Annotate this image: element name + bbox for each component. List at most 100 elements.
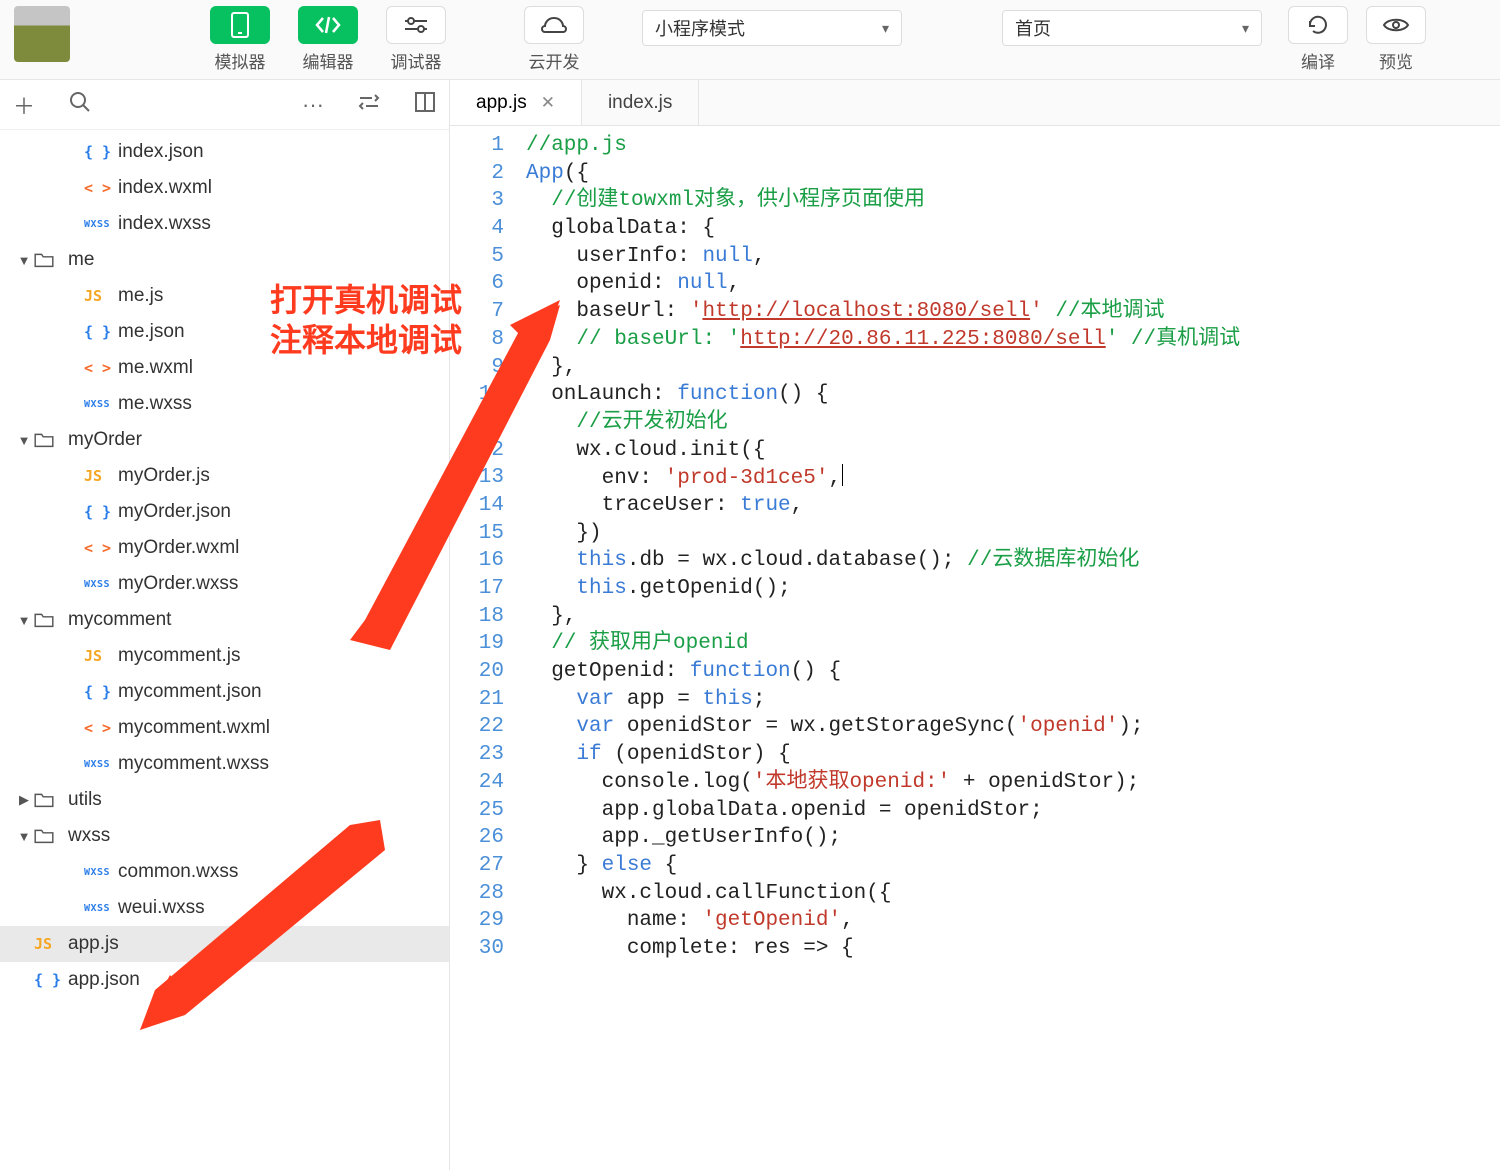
- preview-label: 预览: [1379, 48, 1413, 73]
- file-row[interactable]: < >mycomment.wxml: [0, 710, 449, 746]
- code-line[interactable]: // 获取用户openid: [526, 630, 1500, 658]
- chevron-icon: ▶: [14, 792, 34, 808]
- code-line[interactable]: //云开发初始化: [526, 409, 1500, 437]
- code-line[interactable]: complete: res => {: [526, 935, 1500, 963]
- file-row[interactable]: { }app.json: [0, 962, 449, 998]
- folder-row[interactable]: ▼ me: [0, 242, 449, 278]
- add-file-icon[interactable]: ＋: [10, 89, 38, 121]
- code-line[interactable]: onLaunch: function() {: [526, 381, 1500, 409]
- page-dropdown[interactable]: 首页 ▾: [1002, 10, 1262, 46]
- code-line[interactable]: app._getUserInfo();: [526, 824, 1500, 852]
- project-thumb[interactable]: [14, 6, 70, 62]
- file-row[interactable]: < >me.wxml: [0, 350, 449, 386]
- file-row[interactable]: < >index.wxml: [0, 170, 449, 206]
- code-line[interactable]: globalData: {: [526, 215, 1500, 243]
- chevron-icon: ▼: [14, 253, 34, 268]
- more-icon[interactable]: ···: [299, 92, 327, 118]
- wxml-file-icon: < >: [84, 539, 118, 557]
- folder-row[interactable]: ▼myOrder: [0, 422, 449, 458]
- mode-dropdown[interactable]: 小程序模式 ▾: [642, 10, 902, 46]
- editor-button[interactable]: 编辑器: [298, 6, 358, 73]
- code-line[interactable]: userInfo: null,: [526, 243, 1500, 271]
- file-row[interactable]: WXSSweui.wxss: [0, 890, 449, 926]
- code-line[interactable]: },: [526, 603, 1500, 631]
- file-name: index.wxml: [118, 177, 212, 199]
- code-line[interactable]: wx.cloud.init({: [526, 437, 1500, 465]
- folder-row[interactable]: ▶utils: [0, 782, 449, 818]
- collapse-icon[interactable]: [355, 92, 383, 118]
- code-line[interactable]: openid: null,: [526, 270, 1500, 298]
- code-line[interactable]: this.db = wx.cloud.database(); //云数据库初始化: [526, 547, 1500, 575]
- file-name: wxss: [68, 825, 110, 847]
- code-line[interactable]: //app.js: [526, 132, 1500, 160]
- code-source[interactable]: //app.jsApp({ //创建towxml对象，供小程序页面使用 glob…: [520, 126, 1500, 1170]
- code-area[interactable]: 1234567891011121314151617181920212223242…: [450, 126, 1500, 1170]
- chevron-icon: ▼: [14, 613, 34, 628]
- line-gutter: 1234567891011121314151617181920212223242…: [450, 126, 520, 1170]
- code-line[interactable]: wx.cloud.callFunction({: [526, 880, 1500, 908]
- chevron-down-icon: ▾: [1242, 20, 1249, 37]
- page-dropdown-value: 首页: [1015, 15, 1051, 41]
- file-row[interactable]: WXSSmyOrder.wxss: [0, 566, 449, 602]
- search-icon[interactable]: [66, 91, 94, 119]
- file-row[interactable]: WXSSindex.wxss: [0, 206, 449, 242]
- code-line[interactable]: this.getOpenid();: [526, 575, 1500, 603]
- editor-tab[interactable]: index.js: [582, 80, 699, 125]
- folder-icon: [34, 432, 68, 448]
- wxss-file-icon: WXSS: [84, 399, 118, 410]
- debugger-button[interactable]: 调试器: [386, 6, 446, 73]
- code-editor: app.js✕index.js 123456789101112131415161…: [450, 80, 1500, 1170]
- cloud-dev-button[interactable]: 云开发: [524, 6, 584, 73]
- split-editor-icon[interactable]: [411, 92, 439, 118]
- compile-button[interactable]: 编译: [1288, 6, 1348, 73]
- file-name: myOrder.json: [118, 501, 231, 523]
- code-line[interactable]: traceUser: true,: [526, 492, 1500, 520]
- file-row[interactable]: { }mycomment.json: [0, 674, 449, 710]
- code-line[interactable]: // baseUrl: 'http://20.86.11.225:8080/se…: [526, 326, 1500, 354]
- file-row[interactable]: JSmycomment.js: [0, 638, 449, 674]
- code-line[interactable]: var openidStor = wx.getStorageSync('open…: [526, 713, 1500, 741]
- file-name: me.wxss: [118, 393, 192, 415]
- file-row[interactable]: WXSSme.wxss: [0, 386, 449, 422]
- file-name: common.wxss: [118, 861, 238, 883]
- code-line[interactable]: baseUrl: 'http://localhost:8080/sell' //…: [526, 298, 1500, 326]
- cloud-dev-label: 云开发: [529, 48, 580, 73]
- file-row[interactable]: < >myOrder.wxml: [0, 530, 449, 566]
- json-file-icon: { }: [34, 971, 68, 989]
- file-tree[interactable]: { }index.json< >index.wxmlWXSSindex.wxss…: [0, 130, 449, 1170]
- wxml-file-icon: < >: [84, 719, 118, 737]
- file-row[interactable]: JSapp.js: [0, 926, 449, 962]
- code-line[interactable]: }): [526, 520, 1500, 548]
- folder-row[interactable]: ▼mycomment: [0, 602, 449, 638]
- file-name: mycomment.wxml: [118, 717, 270, 739]
- code-line[interactable]: env: 'prod-3d1ce5',: [526, 464, 1500, 492]
- file-row[interactable]: { }myOrder.json: [0, 494, 449, 530]
- editor-label: 编辑器: [303, 48, 354, 73]
- folder-row[interactable]: ▼wxss: [0, 818, 449, 854]
- file-row[interactable]: WXSSmycomment.wxss: [0, 746, 449, 782]
- file-row[interactable]: JSmyOrder.js: [0, 458, 449, 494]
- simulator-button[interactable]: 模拟器: [210, 6, 270, 73]
- code-line[interactable]: App({: [526, 160, 1500, 188]
- file-name: me: [68, 249, 94, 271]
- code-line[interactable]: app.globalData.openid = openidStor;: [526, 797, 1500, 825]
- code-line[interactable]: getOpenid: function() {: [526, 658, 1500, 686]
- code-line[interactable]: name: 'getOpenid',: [526, 907, 1500, 935]
- code-line[interactable]: if (openidStor) {: [526, 741, 1500, 769]
- code-line[interactable]: },: [526, 354, 1500, 382]
- code-line[interactable]: } else {: [526, 852, 1500, 880]
- json-file-icon: { }: [84, 503, 118, 521]
- phone-icon: [210, 6, 270, 44]
- file-row[interactable]: { }me.json: [0, 314, 449, 350]
- code-line[interactable]: //创建towxml对象，供小程序页面使用: [526, 187, 1500, 215]
- preview-button[interactable]: 预览: [1366, 6, 1426, 73]
- wxss-file-icon: WXSS: [84, 219, 118, 230]
- file-row[interactable]: { }index.json: [0, 134, 449, 170]
- code-line[interactable]: var app = this;: [526, 686, 1500, 714]
- close-icon[interactable]: ✕: [541, 93, 555, 113]
- file-row[interactable]: JSme.js: [0, 278, 449, 314]
- code-line[interactable]: console.log('本地获取openid:' + openidStor);: [526, 769, 1500, 797]
- explorer-toolbar: ＋ ···: [0, 80, 449, 130]
- editor-tab[interactable]: app.js✕: [450, 80, 582, 125]
- file-row[interactable]: WXSScommon.wxss: [0, 854, 449, 890]
